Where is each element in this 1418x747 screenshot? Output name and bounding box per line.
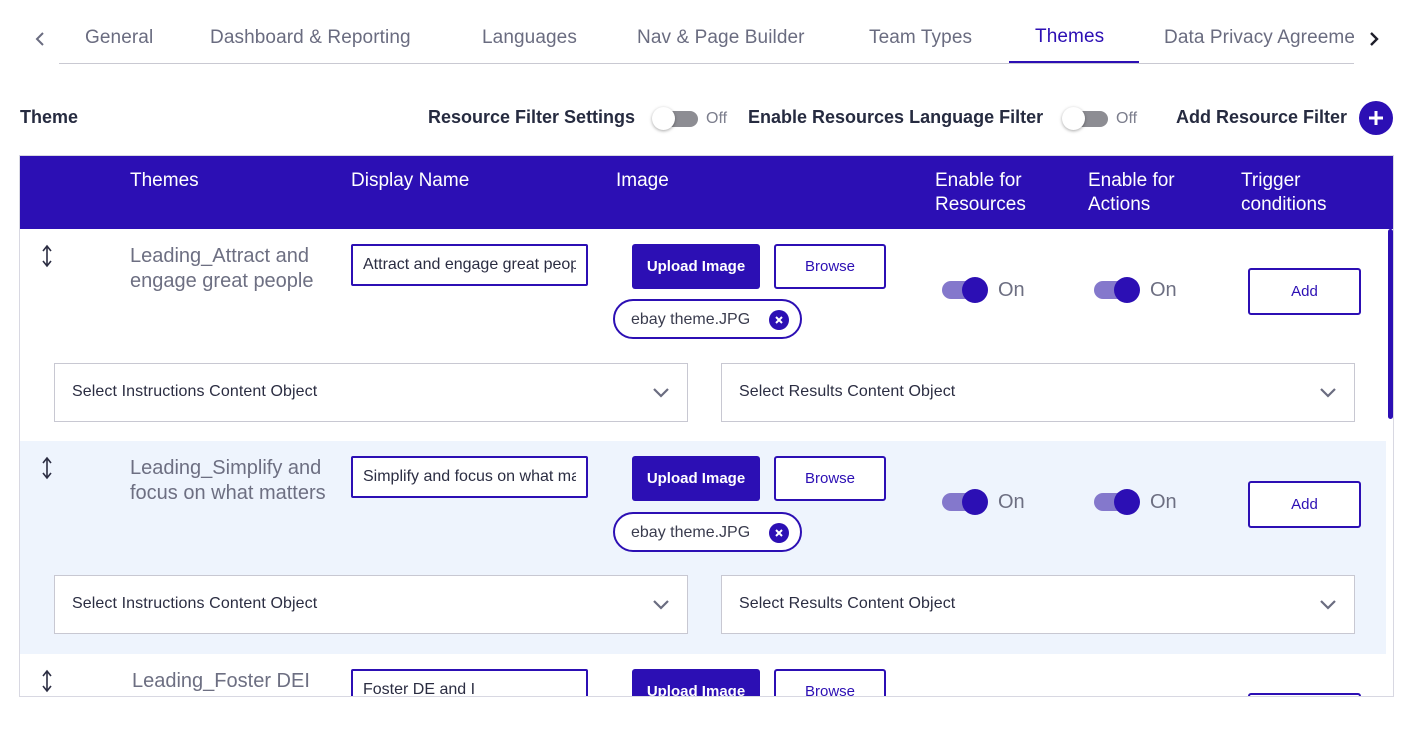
enable-resources-state: On: [998, 279, 1025, 301]
language-filter-toggle[interactable]: [1062, 107, 1108, 130]
table-row: Leading_Foster DEI Upload Image Browse: [20, 654, 1386, 696]
column-header-display-name: Display Name: [351, 170, 470, 191]
enable-resources-toggle[interactable]: [942, 277, 990, 303]
plus-icon: [1369, 111, 1383, 125]
enable-actions-toggle[interactable]: [1094, 277, 1142, 303]
select-placeholder: Select Results Content Object: [739, 383, 956, 400]
chevron-down-icon: [1320, 388, 1336, 398]
file-name: ebay theme.JPG: [631, 524, 751, 541]
tab-general[interactable]: General: [85, 27, 153, 49]
table-row: Leading_Simplify and focus on what matte…: [20, 441, 1386, 654]
tab-bar: General Dashboard & Reporting Languages …: [0, 0, 1418, 66]
toggle-knob: [1114, 277, 1140, 303]
enable-actions-toggle[interactable]: [1094, 489, 1142, 515]
column-header-text: Enable for: [1088, 170, 1175, 191]
close-circle-icon[interactable]: [769, 310, 789, 330]
column-header-text: Trigger: [1241, 170, 1301, 191]
add-resource-filter-button[interactable]: [1359, 101, 1393, 135]
display-name-input[interactable]: [351, 456, 588, 498]
select-placeholder: Select Results Content Object: [739, 595, 956, 612]
browse-button[interactable]: Browse: [774, 456, 886, 501]
column-header-text: conditions: [1241, 194, 1327, 215]
tab-data-privacy-agreement[interactable]: Data Privacy Agreement: [1164, 27, 1354, 49]
close-circle-icon[interactable]: [769, 523, 789, 543]
resource-filter-label: Resource Filter Settings: [428, 107, 636, 127]
tab-dashboard-reporting[interactable]: Dashboard & Reporting: [210, 27, 411, 49]
enable-actions-state: On: [1150, 491, 1177, 513]
vertical-scrollbar[interactable]: [1388, 229, 1393, 419]
toggle-knob: [1062, 107, 1085, 130]
tab-languages[interactable]: Languages: [482, 27, 577, 49]
instructions-content-select[interactable]: Select Instructions Content Object: [54, 363, 688, 422]
select-placeholder: Select Instructions Content Object: [72, 595, 318, 612]
chevron-down-icon: [653, 388, 669, 398]
drag-handle-icon[interactable]: [40, 456, 54, 480]
column-header-enable-actions: Enable for Actions: [1088, 169, 1175, 217]
theme-name: Leading_Simplify and focus on what matte…: [130, 457, 326, 504]
select-placeholder: Select Instructions Content Object: [72, 383, 318, 400]
upload-image-button[interactable]: Upload Image: [632, 244, 760, 289]
toggle-knob: [1114, 489, 1140, 515]
column-header-text: Actions: [1088, 194, 1151, 215]
results-content-select[interactable]: Select Results Content Object: [721, 363, 1355, 422]
add-trigger-button[interactable]: [1248, 693, 1361, 696]
browse-button[interactable]: Browse: [774, 669, 886, 696]
upload-image-button[interactable]: Upload Image: [632, 456, 760, 501]
toggle-knob: [652, 107, 675, 130]
drag-handle-icon[interactable]: [40, 244, 54, 268]
language-filter-label: Enable Resources Language Filter: [748, 107, 1044, 127]
chevron-left-icon[interactable]: [28, 24, 52, 54]
add-trigger-button[interactable]: Add: [1248, 268, 1361, 315]
chevron-down-icon: [1320, 600, 1336, 610]
tab-list: General Dashboard & Reporting Languages …: [59, 0, 1354, 66]
upload-image-button[interactable]: Upload Image: [632, 669, 760, 696]
theme-name: Leading_Attract and engage great people: [130, 245, 314, 292]
column-header-themes: Themes: [130, 170, 199, 191]
tab-team-types[interactable]: Team Types: [869, 27, 972, 49]
browse-button[interactable]: Browse: [774, 244, 886, 289]
theme-name: Leading_Foster DEI: [132, 670, 310, 692]
toggle-knob: [962, 277, 988, 303]
enable-actions-state: On: [1150, 279, 1177, 301]
language-filter-state: Off: [1116, 110, 1138, 127]
display-name-input[interactable]: [351, 244, 588, 286]
tab-themes[interactable]: Themes: [1035, 26, 1104, 48]
display-name-input[interactable]: [351, 669, 588, 696]
enable-resources-state: On: [998, 491, 1025, 513]
file-name: ebay theme.JPG: [631, 311, 751, 328]
column-header-text: Resources: [935, 194, 1026, 215]
add-resource-filter-label[interactable]: Add Resource Filter: [1176, 107, 1347, 128]
results-content-select[interactable]: Select Results Content Object: [721, 575, 1355, 634]
column-header-enable-resources: Enable for Resources: [935, 169, 1026, 217]
table-header: Themes Display Name Image Enable for Res…: [20, 156, 1393, 229]
toggle-knob: [962, 489, 988, 515]
enable-resources-toggle[interactable]: [942, 489, 990, 515]
tab-nav-page-builder[interactable]: Nav & Page Builder: [637, 27, 805, 49]
resource-filter-toggle[interactable]: [652, 107, 698, 130]
file-chip: ebay theme.JPG: [613, 299, 802, 339]
add-trigger-button[interactable]: Add: [1248, 481, 1361, 528]
column-header-trigger-conditions: Trigger conditions: [1241, 169, 1327, 217]
column-header-text: Enable for: [935, 170, 1022, 191]
themes-table: Themes Display Name Image Enable for Res…: [19, 155, 1394, 697]
table-row: Leading_Attract and engage great people …: [20, 229, 1386, 441]
tab-divider: [59, 63, 1354, 64]
drag-handle-icon[interactable]: [40, 669, 54, 693]
chevron-right-icon[interactable]: [1362, 24, 1386, 54]
file-chip: ebay theme.JPG: [613, 512, 802, 552]
page-title: Theme: [20, 107, 79, 127]
column-header-image: Image: [616, 170, 669, 191]
instructions-content-select[interactable]: Select Instructions Content Object: [54, 575, 688, 634]
chevron-down-icon: [653, 600, 669, 610]
resource-filter-state: Off: [706, 110, 728, 127]
